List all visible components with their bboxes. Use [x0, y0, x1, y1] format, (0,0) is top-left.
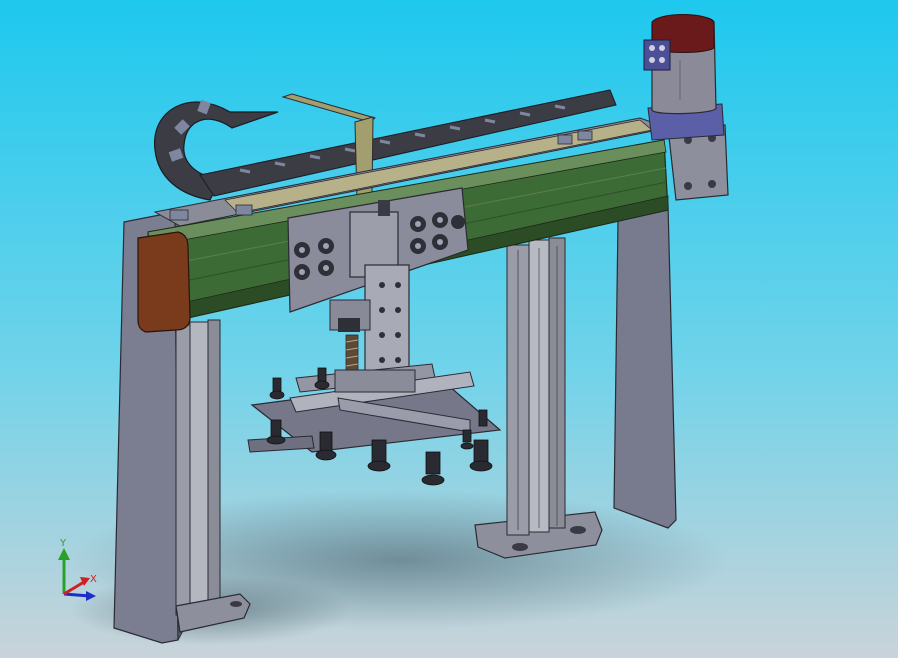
y-axis-label: Y: [59, 538, 67, 549]
beam-end-cap: [137, 231, 191, 333]
axis-triad-icon: Y X: [58, 538, 97, 601]
gantry-model-view[interactable]: [0, 0, 898, 658]
suction-cup[interactable]: [460, 429, 474, 450]
cad-viewport[interactable]: Y X: [0, 0, 898, 658]
x-axis-label: X: [90, 574, 97, 585]
right-upright-plate[interactable]: [613, 204, 677, 529]
